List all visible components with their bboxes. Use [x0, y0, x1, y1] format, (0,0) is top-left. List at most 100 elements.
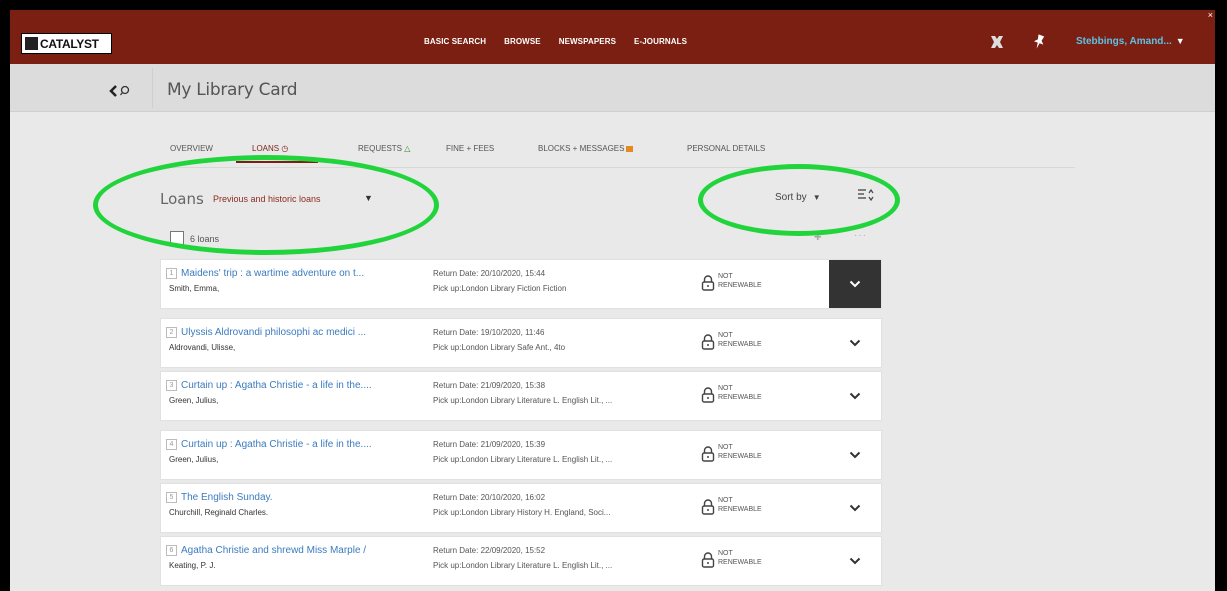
lock-icon — [701, 275, 715, 291]
close-icon[interactable]: × — [1208, 10, 1213, 20]
tab-overview[interactable]: OVERVIEW — [170, 144, 213, 153]
pickup-location: Pick up:London Library Fiction Fiction — [433, 284, 567, 293]
loan-title-link[interactable]: Maidens' trip : a wartime adventure on t… — [181, 268, 416, 279]
chevron-down-icon — [849, 504, 861, 512]
status-line-2: RENEWABLE — [718, 506, 762, 513]
loan-row[interactable]: 6 Agatha Christie and shrewd Miss Marple … — [160, 536, 882, 586]
main-nav: BASIC SEARCH BROWSE NEWSPAPERS E-JOURNAL… — [424, 37, 687, 46]
item-number: 1 — [166, 268, 177, 279]
loan-title-link[interactable]: Agatha Christie and shrewd Miss Marple / — [181, 545, 416, 556]
return-date: Return Date: 22/09/2020, 15:52 — [433, 546, 546, 555]
return-date: Return Date: 21/09/2020, 15:39 — [433, 440, 546, 449]
nav-browse[interactable]: BROWSE — [504, 37, 541, 46]
return-date: Return Date: 19/10/2020, 11:46 — [433, 328, 545, 337]
status-line-1: NOT — [718, 497, 733, 504]
chevron-down-icon — [849, 280, 861, 288]
loan-row[interactable]: 3 Curtain up : Agatha Christie - a life i… — [160, 371, 882, 421]
tab-bar: OVERVIEW LOANS ◷ REQUESTS △ FINE + FEES … — [170, 144, 1075, 168]
loan-title-link[interactable]: Curtain up : Agatha Christie - a life in… — [181, 380, 416, 391]
sort-order-icon[interactable] — [857, 188, 875, 205]
annotation-ellipse — [93, 155, 439, 255]
tab-requests-label: REQUESTS — [358, 144, 403, 153]
item-number: 4 — [166, 439, 177, 450]
renewal-status: NOT RENEWABLE — [718, 272, 762, 290]
loan-title-link[interactable]: The English Sunday. — [181, 492, 416, 503]
sort-by-dropdown[interactable]: Sort by ▼ — [775, 192, 821, 203]
chevron-down-icon — [849, 557, 861, 565]
lock-icon — [701, 552, 715, 568]
loan-row[interactable]: 1 Maidens' trip : a wartime adventure on … — [160, 259, 882, 309]
pickup-location: Pick up:London Library Literature L. Eng… — [433, 396, 613, 405]
page-title: My Library Card — [167, 80, 298, 100]
item-number: 6 — [166, 545, 177, 556]
chevron-down-icon[interactable]: ▼ — [364, 193, 373, 203]
return-date: Return Date: 20/10/2020, 15:44 — [433, 269, 546, 278]
nav-basic-search[interactable]: BASIC SEARCH — [424, 37, 486, 46]
expand-row-button[interactable] — [829, 372, 881, 420]
browser-viewport: CATALYST BASIC SEARCH BROWSE NEWSPAPERS … — [10, 10, 1215, 591]
pickup-location: Pick up:London Library Safe Ant., 4to — [433, 343, 566, 352]
active-tab-indicator — [236, 161, 318, 163]
tab-blocks-messages[interactable]: BLOCKS + MESSAGES — [538, 144, 634, 153]
loan-row[interactable]: 5 The English Sunday. Churchill, Reginald … — [160, 483, 882, 533]
loans-title: Loans — [160, 190, 204, 208]
loan-author: Green, Julius, — [169, 396, 219, 405]
favorites-icon[interactable] — [988, 33, 1006, 51]
sort-by-label: Sort by — [775, 192, 807, 203]
tab-loans[interactable]: LOANS ◷ — [252, 144, 288, 153]
status-line-1: NOT — [718, 332, 733, 339]
sort-caret-icon: ▼ — [812, 193, 821, 202]
renewal-status: NOT RENEWABLE — [718, 443, 762, 461]
status-line-1: NOT — [718, 550, 733, 557]
status-line-1: NOT — [718, 385, 733, 392]
loan-row[interactable]: 4 Curtain up : Agatha Christie - a life i… — [160, 430, 882, 480]
pin-icon[interactable]: ✚ — [814, 232, 822, 243]
loan-title-link[interactable]: Ulyssis Aldrovandi philosophi ac medici … — [181, 327, 416, 338]
chevron-down-icon — [849, 339, 861, 347]
status-line-1: NOT — [718, 273, 733, 280]
expand-row-button[interactable] — [829, 537, 881, 585]
tab-requests[interactable]: REQUESTS △ — [358, 144, 410, 153]
user-menu[interactable]: Stebbings, Amand... ▼ — [1076, 36, 1185, 47]
expand-row-button[interactable] — [829, 431, 881, 479]
chevron-down-icon — [849, 392, 861, 400]
lock-icon — [701, 334, 715, 350]
status-line-2: RENEWABLE — [718, 341, 762, 348]
tab-personal-details[interactable]: PERSONAL DETAILS — [687, 144, 765, 153]
user-caret-icon: ▼ — [1175, 36, 1185, 46]
loan-title-link[interactable]: Curtain up : Agatha Christie - a life in… — [181, 439, 416, 450]
nav-e-journals[interactable]: E-JOURNALS — [634, 37, 687, 46]
logo-text: CATALYST — [40, 36, 99, 51]
tab-fines[interactable]: FINE + FEES — [446, 144, 494, 153]
status-line-2: RENEWABLE — [718, 453, 762, 460]
loans-filter-dropdown[interactable]: Previous and historic loans — [213, 194, 321, 204]
chevron-down-icon — [849, 451, 861, 459]
return-date: Return Date: 21/09/2020, 15:38 — [433, 381, 546, 390]
status-line-2: RENEWABLE — [718, 282, 762, 289]
loan-row[interactable]: 2 Ulyssis Aldrovandi philosophi ac medici… — [160, 318, 882, 368]
tab-blocks-label: BLOCKS + MESSAGES — [538, 144, 625, 153]
renewal-status: NOT RENEWABLE — [718, 384, 762, 402]
select-all-checkbox[interactable] — [170, 231, 184, 245]
loans-clock-icon: ◷ — [281, 144, 289, 153]
loan-author: Aldrovandi, Ulisse, — [169, 343, 236, 352]
loan-author: Churchill, Reginald Charles. — [169, 508, 269, 517]
nav-newspapers[interactable]: NEWSPAPERS — [559, 37, 616, 46]
lock-icon — [701, 387, 715, 403]
item-number: 3 — [166, 380, 177, 391]
expand-row-button[interactable] — [829, 319, 881, 367]
more-options-icon[interactable]: ··· — [854, 230, 867, 241]
expand-row-button[interactable] — [829, 260, 881, 308]
expand-row-button[interactable] — [829, 484, 881, 532]
user-name: Stebbings, Amand... — [1076, 36, 1172, 47]
pin-icon[interactable] — [1030, 33, 1048, 51]
pickup-location: Pick up:London Library Literature L. Eng… — [433, 561, 613, 570]
item-number: 2 — [166, 327, 177, 338]
lock-icon — [701, 499, 715, 515]
divider — [152, 68, 153, 108]
back-to-search-icon[interactable] — [108, 82, 134, 100]
loan-author: Green, Julius, — [169, 455, 219, 464]
pickup-location: Pick up:London Library History H. Englan… — [433, 508, 611, 517]
renewal-status: NOT RENEWABLE — [718, 549, 762, 567]
catalyst-logo[interactable]: CATALYST — [21, 33, 112, 54]
